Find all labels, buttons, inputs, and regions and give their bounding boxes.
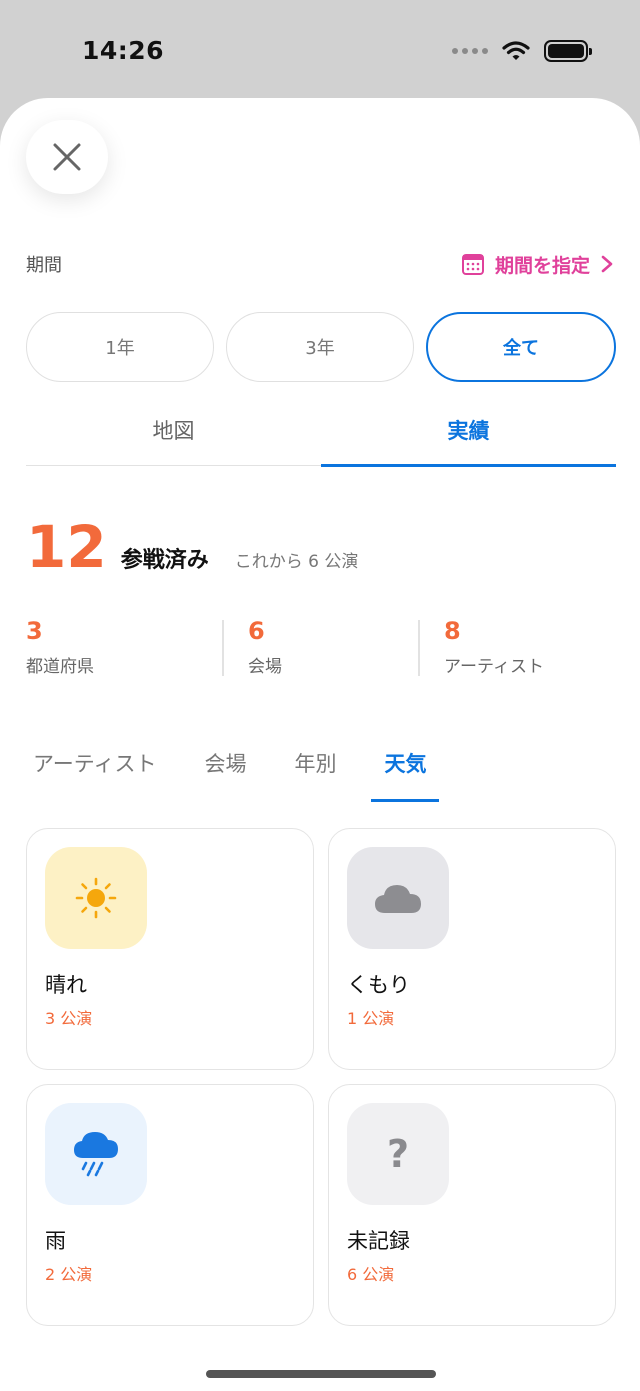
segment-all[interactable]: 全て <box>426 312 616 382</box>
status-bar: 14:26 <box>0 0 640 100</box>
wifi-icon <box>502 41 530 60</box>
period-row: 期間 期間を指定 <box>26 248 614 280</box>
attended-label: 参戦済み <box>120 548 209 573</box>
close-button[interactable] <box>26 120 108 194</box>
stat-value: 8 <box>444 617 461 645</box>
calendar-icon <box>461 254 484 275</box>
stat-label: アーティスト <box>444 657 544 678</box>
stat-value: 3 <box>26 617 43 645</box>
weather-count: 3 公演 <box>45 1009 93 1028</box>
close-icon <box>53 143 81 171</box>
card-icon-tile <box>45 847 147 949</box>
card-icon-tile <box>347 847 449 949</box>
chevron-right-icon <box>601 255 613 273</box>
tab-artist[interactable]: アーティスト <box>26 748 163 802</box>
status-time: 14:26 <box>82 36 165 65</box>
stat-value: 6 <box>248 617 265 645</box>
stat-label: 会場 <box>248 657 282 678</box>
weather-name: 未記録 <box>347 1229 410 1253</box>
card-icon-tile <box>45 1103 147 1205</box>
weather-name: 雨 <box>45 1229 66 1253</box>
stat-venues: 6 会場 <box>222 618 418 680</box>
tab-achievements[interactable]: 実績 <box>321 408 616 467</box>
stats-sheet: 期間 期間を指定 1年 3年 全て 地図 実績 12 参戦済み これから 6 公… <box>0 98 640 1391</box>
attended-count: 12 <box>26 513 107 581</box>
tab-yearly[interactable]: 年別 <box>287 748 343 802</box>
specify-period-link[interactable]: 期間を指定 <box>461 251 614 278</box>
weather-name: 晴れ <box>45 973 87 997</box>
breakdown-tabs: アーティスト 会場 年別 天気 <box>26 748 467 802</box>
weather-name: くもり <box>347 973 410 997</box>
stat-artists: 8 アーティスト <box>418 618 614 680</box>
tab-venue[interactable]: 会場 <box>197 748 253 802</box>
stats-row: 3 都道府県 6 会場 8 アーティスト <box>26 618 616 680</box>
signal-dots-icon <box>452 48 488 54</box>
rain-cloud-icon <box>74 1132 118 1177</box>
weather-grid: 晴れ 3 公演 くもり 1 公演 雨 2 公演 ? 未記録 6 公演 <box>26 828 616 1326</box>
question-mark-icon: ? <box>386 1132 410 1176</box>
segment-1-year[interactable]: 1年 <box>26 312 214 382</box>
period-label: 期間 <box>26 255 62 276</box>
home-indicator <box>206 1370 436 1378</box>
cloud-icon <box>375 885 421 913</box>
main-tabs: 地図 実績 <box>26 408 616 467</box>
weather-card-unrecorded[interactable]: ? 未記録 6 公演 <box>328 1084 616 1326</box>
upcoming-count: これから 6 公演 <box>234 552 359 572</box>
weather-count: 2 公演 <box>45 1265 93 1284</box>
tab-weather[interactable]: 天気 <box>371 748 440 802</box>
stat-prefectures: 3 都道府県 <box>26 618 222 680</box>
stat-label: 都道府県 <box>26 657 94 678</box>
segment-3-years[interactable]: 3年 <box>226 312 414 382</box>
card-icon-tile: ? <box>347 1103 449 1205</box>
status-icons <box>452 40 592 62</box>
battery-icon <box>544 40 592 62</box>
tab-map[interactable]: 地図 <box>26 408 321 465</box>
weather-card-rain[interactable]: 雨 2 公演 <box>26 1084 314 1326</box>
weather-count: 1 公演 <box>347 1009 395 1028</box>
weather-card-sunny[interactable]: 晴れ 3 公演 <box>26 828 314 1070</box>
specify-period-label: 期間を指定 <box>494 254 590 277</box>
weather-card-cloudy[interactable]: くもり 1 公演 <box>328 828 616 1070</box>
sun-icon <box>75 877 117 919</box>
weather-count: 6 公演 <box>347 1265 395 1284</box>
attendance-summary: 12 参戦済み これから 6 公演 <box>26 518 358 588</box>
period-segmented-control: 1年 3年 全て <box>26 312 616 382</box>
